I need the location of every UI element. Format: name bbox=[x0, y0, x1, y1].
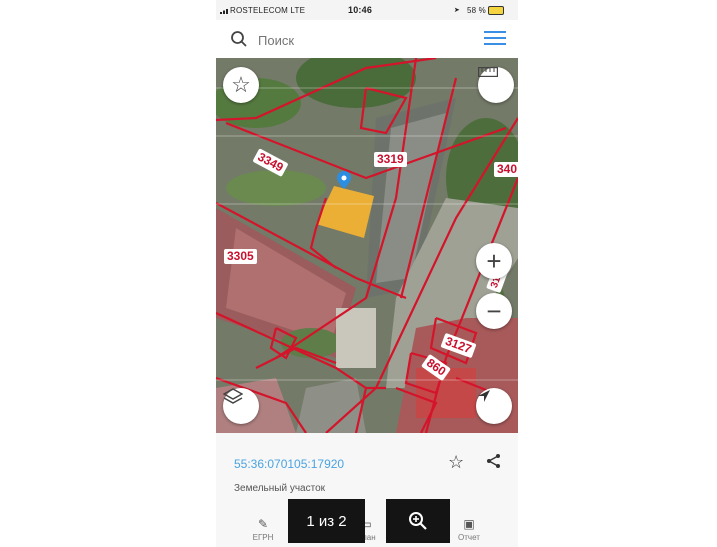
zoom-button[interactable] bbox=[386, 499, 450, 543]
cadastral-number-link[interactable]: 55:36:070105:17920 bbox=[234, 457, 344, 471]
tab-label: ЕГРН bbox=[252, 533, 274, 542]
layers-icon bbox=[223, 388, 243, 404]
page-counter: 1 из 2 bbox=[288, 499, 365, 543]
tab-label: Отчет bbox=[458, 533, 480, 542]
search-input[interactable] bbox=[256, 30, 460, 50]
search-bar bbox=[216, 20, 518, 58]
carrier-label: ROSTELECOM LTE bbox=[230, 6, 306, 15]
search-icon bbox=[231, 31, 247, 47]
ruler-button[interactable] bbox=[478, 67, 514, 103]
location-pin-icon bbox=[337, 171, 351, 189]
battery-icon bbox=[488, 6, 504, 15]
favorite-star-button[interactable]: ☆ bbox=[223, 67, 259, 103]
menu-icon[interactable] bbox=[484, 31, 506, 47]
parcel-label[interactable]: 3305 bbox=[224, 249, 257, 264]
tab-report[interactable]: ▣ Отчет bbox=[444, 517, 494, 542]
signal-icon bbox=[220, 9, 228, 14]
share-icon[interactable] bbox=[486, 453, 502, 469]
battery-percent: 58 % bbox=[466, 6, 486, 15]
parcel-type: Земельный участок bbox=[234, 483, 326, 494]
ruler-icon bbox=[478, 67, 498, 77]
zoom-out-button[interactable]: − bbox=[476, 293, 512, 329]
satellite-map bbox=[216, 58, 518, 433]
navigate-button[interactable] bbox=[476, 388, 512, 424]
layers-button[interactable] bbox=[223, 388, 259, 424]
star-icon[interactable]: ☆ bbox=[448, 452, 464, 473]
pencil-icon: ✎ bbox=[257, 517, 269, 531]
phone-screen: ROSTELECOM LTE 10:46 ➤ 58 % Поиск 3349 3… bbox=[216, 0, 518, 547]
zoom-in-button[interactable]: + bbox=[476, 243, 512, 279]
clock: 10:46 bbox=[348, 5, 373, 15]
zoom-magnifier-icon bbox=[409, 512, 427, 530]
parcel-info-panel: 55:36:070105:17920 Земельный участок ☆ ✎… bbox=[216, 433, 518, 547]
tab-egrn[interactable]: ✎ ЕГРН bbox=[238, 517, 288, 542]
location-arrow-icon: ➤ bbox=[453, 7, 460, 14]
map-view[interactable]: 3349 3319 340 3305 3127 860 3110 ☆ + − bbox=[216, 58, 518, 433]
parcel-label[interactable]: 3319 bbox=[374, 152, 407, 167]
navigation-arrow-icon bbox=[478, 390, 490, 402]
parcel-label[interactable]: 340 bbox=[494, 162, 518, 177]
status-bar: ROSTELECOM LTE 10:46 ➤ 58 % bbox=[216, 0, 518, 20]
report-icon: ▣ bbox=[463, 517, 475, 531]
